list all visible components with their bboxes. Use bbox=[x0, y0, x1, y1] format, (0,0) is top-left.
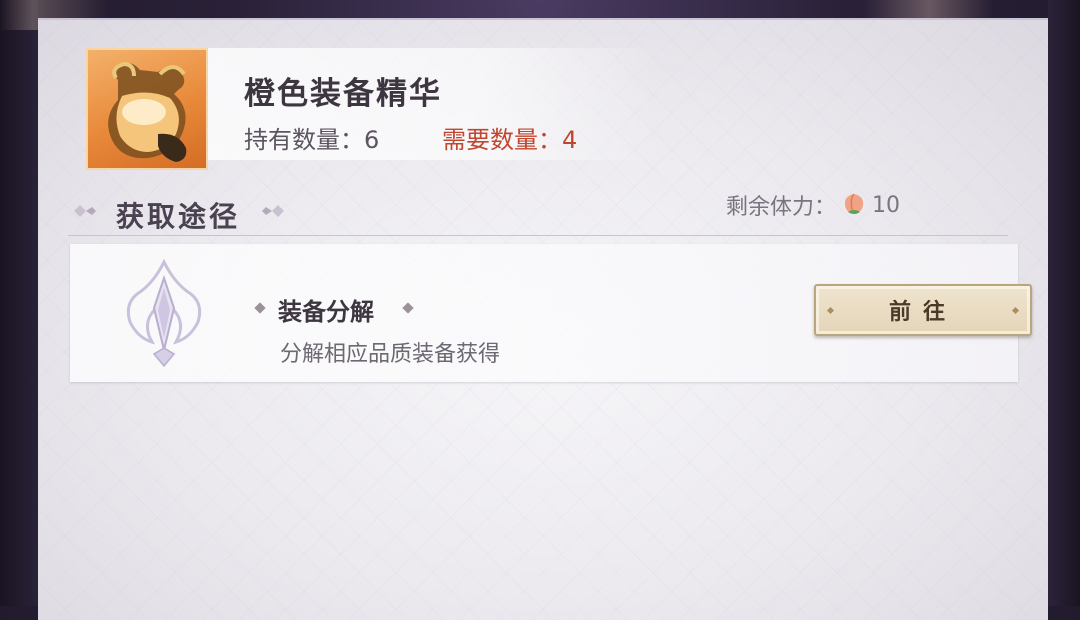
decompose-crystal-icon bbox=[110, 258, 218, 370]
go-button-label: 前往 bbox=[888, 300, 957, 325]
section-title: 获取途径 bbox=[116, 200, 241, 233]
stamina-value: 10 bbox=[872, 192, 901, 218]
section-ornament-left bbox=[72, 203, 98, 219]
orange-essence-vase-icon bbox=[86, 48, 208, 170]
stamina-label: 剩余体力： bbox=[726, 195, 837, 220]
source-description: 分解相应品质装备获得 bbox=[280, 342, 501, 367]
source-card: 装备分解 分解相应品质装备获得 前往 bbox=[70, 244, 1032, 382]
stamina-display: 剩余体力： 10 bbox=[726, 188, 900, 222]
acquire-panel: 橙色装备精华 持有数量：6 需要数量：4 获取途径 剩余体力： 10 装备分解 … bbox=[38, 18, 1048, 620]
left-frame bbox=[0, 0, 38, 606]
go-button[interactable]: 前往 bbox=[814, 284, 1032, 336]
peach-icon bbox=[840, 188, 868, 222]
source-title: 装备分解 bbox=[278, 298, 374, 326]
title-dot-right bbox=[402, 302, 414, 314]
section-ornament-right bbox=[260, 203, 286, 219]
required-count: 需要数量：4 bbox=[442, 126, 578, 154]
section-divider bbox=[68, 235, 1008, 236]
item-name: 橙色装备精华 bbox=[244, 76, 442, 112]
button-dot-right bbox=[1011, 306, 1020, 315]
right-frame bbox=[1048, 0, 1080, 606]
title-dot-left bbox=[254, 302, 266, 314]
button-dot-left bbox=[826, 306, 835, 315]
owned-count: 持有数量：6 bbox=[244, 126, 380, 154]
